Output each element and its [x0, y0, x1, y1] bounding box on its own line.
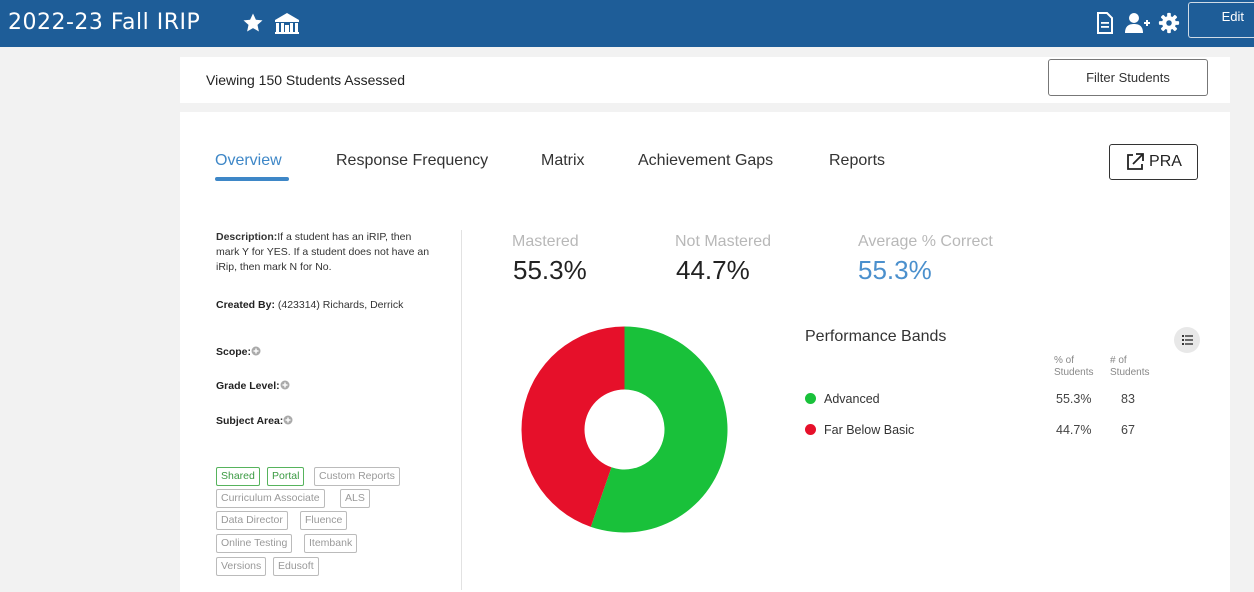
- tab-matrix[interactable]: Matrix: [541, 152, 585, 170]
- students-assessed-label: Viewing 150 Students Assessed: [206, 72, 405, 88]
- star-icon[interactable]: [241, 11, 265, 35]
- overview-panel: Overview Response Frequency Matrix Achie…: [180, 112, 1230, 592]
- subject-area-row: Subject Area:: [216, 414, 293, 428]
- tab-reports[interactable]: Reports: [829, 152, 885, 170]
- external-link-icon: [1127, 153, 1144, 170]
- pra-button[interactable]: PRA: [1109, 144, 1198, 180]
- tab-response-frequency[interactable]: Response Frequency: [336, 152, 488, 170]
- mastered-value: 55.3%: [513, 255, 587, 285]
- average-correct-label: Average % Correct: [858, 233, 993, 250]
- grade-level-label: Grade Level:: [216, 380, 280, 392]
- advanced-color-dot: [805, 393, 816, 404]
- band-count-advanced: 83: [1121, 392, 1135, 406]
- filter-students-button[interactable]: Filter Students: [1048, 59, 1208, 96]
- school-building-icon[interactable]: [274, 12, 300, 34]
- scope-row: Scope:: [216, 345, 261, 359]
- description: Description:If a student has an iRIP, th…: [216, 230, 436, 275]
- list-icon: [1182, 335, 1193, 345]
- tag-shared[interactable]: Shared: [216, 467, 260, 486]
- pra-label: PRA: [1149, 153, 1182, 170]
- created-by-value: (423314) Richards, Derrick: [277, 299, 404, 311]
- description-label: Description:: [216, 231, 278, 243]
- performance-donut-chart: [521, 326, 728, 533]
- grade-level-row: Grade Level:: [216, 379, 290, 393]
- tag-curriculum-associate[interactable]: Curriculum Associate: [216, 489, 325, 508]
- edit-button[interactable]: Edit: [1188, 2, 1254, 38]
- band-name-far-below-basic: Far Below Basic: [824, 423, 915, 437]
- expand-plus-icon[interactable]: [283, 415, 293, 425]
- tag-edusoft[interactable]: Edusoft: [273, 557, 319, 576]
- band-pct-far-below-basic: 44.7%: [1056, 423, 1092, 437]
- add-user-icon[interactable]: [1125, 12, 1151, 34]
- expand-plus-icon[interactable]: [251, 346, 261, 356]
- top-bar: 2022-23 Fall IRIP Edit: [0, 0, 1254, 47]
- tab-achievement-gaps[interactable]: Achievement Gaps: [638, 152, 773, 170]
- band-count-far-below-basic: 67: [1121, 423, 1135, 437]
- list-view-button[interactable]: [1174, 327, 1200, 353]
- document-icon[interactable]: [1096, 12, 1114, 34]
- col-percent-students: % of Students: [1054, 355, 1094, 378]
- tag-custom-reports[interactable]: Custom Reports: [314, 467, 400, 486]
- far-below-basic-color-dot: [805, 424, 816, 435]
- subject-area-label: Subject Area:: [216, 415, 284, 427]
- col-number-students: # of Students: [1110, 355, 1150, 378]
- active-tab-indicator: [215, 177, 289, 181]
- tag-portal[interactable]: Portal: [267, 467, 305, 486]
- tab-overview[interactable]: Overview: [215, 152, 282, 170]
- tag-online-testing[interactable]: Online Testing: [216, 534, 293, 553]
- not-mastered-label: Not Mastered: [675, 233, 772, 250]
- average-correct-value: 55.3%: [858, 255, 932, 285]
- tag-versions[interactable]: Versions: [216, 557, 267, 576]
- viewing-bar: Viewing 150 Students Assessed Filter Stu…: [180, 57, 1230, 103]
- scope-label: Scope:: [216, 346, 252, 358]
- band-name-advanced: Advanced: [824, 392, 880, 406]
- created-by: Created By: (423314) Richards, Derrick: [216, 298, 406, 313]
- performance-bands-title: Performance Bands: [805, 328, 947, 345]
- tag-itembank[interactable]: Itembank: [304, 534, 358, 553]
- page-title: 2022-23 Fall IRIP: [8, 10, 201, 35]
- tag-data-director[interactable]: Data Director: [216, 511, 288, 530]
- created-by-label: Created By:: [216, 299, 275, 311]
- tag-als[interactable]: ALS: [340, 489, 370, 508]
- not-mastered-value: 44.7%: [676, 255, 750, 285]
- tag-fluence[interactable]: Fluence: [300, 511, 348, 530]
- gear-icon[interactable]: [1158, 12, 1180, 34]
- expand-plus-icon[interactable]: [280, 380, 290, 390]
- band-pct-advanced: 55.3%: [1056, 392, 1092, 406]
- mastered-label: Mastered: [512, 233, 579, 250]
- column-divider: [461, 230, 462, 590]
